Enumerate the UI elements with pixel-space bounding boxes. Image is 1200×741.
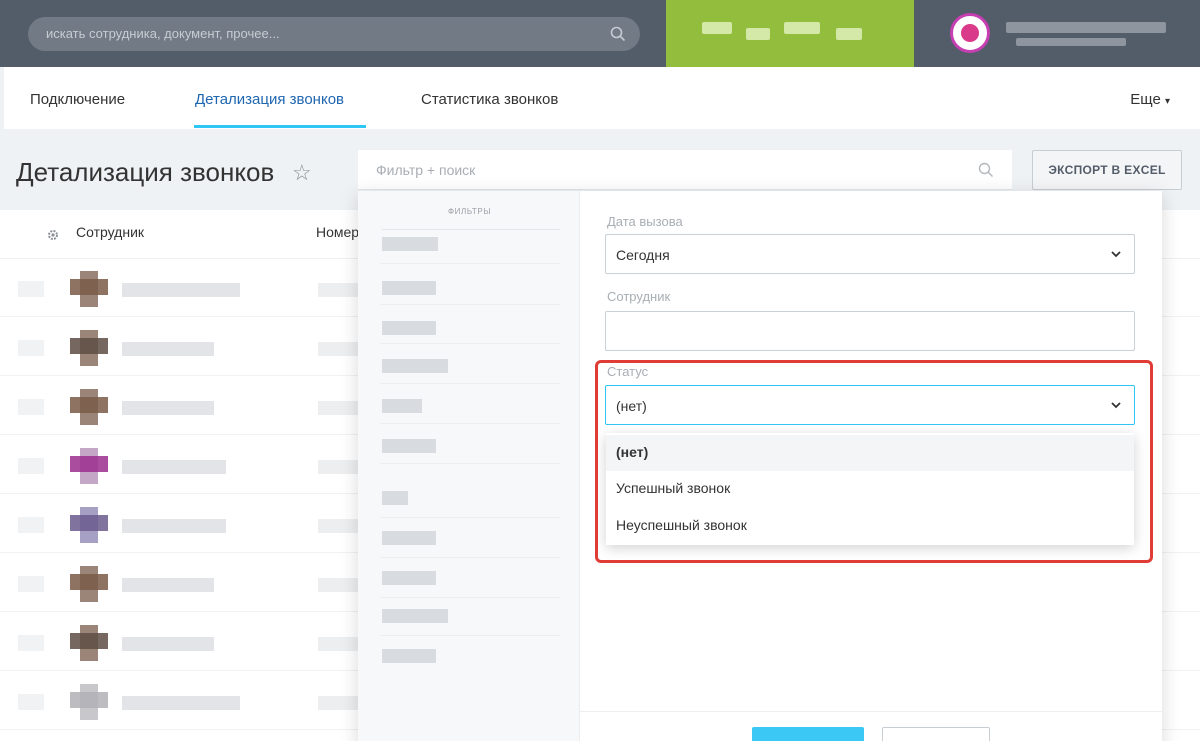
export-excel-button[interactable]: ЭКСПОРТ В EXCEL bbox=[1032, 150, 1182, 190]
call-date-value: Сегодня bbox=[616, 247, 670, 263]
tab-call-details[interactable]: Детализация звонков bbox=[195, 91, 344, 108]
star-icon[interactable]: ☆ bbox=[292, 160, 312, 186]
active-tab-indicator bbox=[194, 125, 366, 128]
apply-button[interactable] bbox=[752, 727, 864, 741]
gear-icon[interactable] bbox=[46, 228, 60, 242]
blurred-widget[interactable] bbox=[666, 0, 914, 67]
more-label: Еще bbox=[1130, 91, 1161, 108]
user-avatar[interactable] bbox=[950, 13, 990, 53]
filter-placeholder: Фильтр + поиск bbox=[376, 162, 476, 178]
filter-search-input[interactable]: Фильтр + поиск bbox=[358, 150, 1012, 190]
saved-filter-item[interactable] bbox=[382, 321, 436, 335]
tab-bar: Подключение Детализация звонков Статисти… bbox=[4, 67, 1200, 129]
search-placeholder: искать сотрудника, документ, прочее... bbox=[46, 26, 280, 41]
saved-filter-item[interactable] bbox=[382, 399, 422, 413]
saved-filter-item[interactable] bbox=[382, 281, 436, 295]
search-icon bbox=[610, 26, 626, 42]
saved-filter-item[interactable] bbox=[382, 439, 436, 453]
tab-call-statistics[interactable]: Статистика звонков bbox=[421, 91, 558, 108]
saved-filter-item[interactable] bbox=[382, 571, 436, 585]
user-name-blurred[interactable] bbox=[1006, 22, 1166, 33]
employee-field[interactable] bbox=[605, 311, 1135, 351]
saved-filter-item[interactable] bbox=[382, 359, 448, 373]
chevron-down-icon bbox=[1111, 251, 1121, 258]
more-menu[interactable]: Еще ▾ bbox=[1130, 91, 1170, 108]
chevron-down-icon: ▾ bbox=[1164, 96, 1170, 107]
call-date-label: Дата вызова bbox=[607, 214, 683, 229]
search-icon[interactable] bbox=[978, 162, 994, 178]
page-title: Детализация звонков bbox=[16, 157, 275, 187]
global-search-input[interactable]: искать сотрудника, документ, прочее... bbox=[28, 17, 640, 51]
call-date-select[interactable]: Сегодня bbox=[605, 234, 1135, 274]
employee-label: Сотрудник bbox=[607, 289, 671, 304]
column-header-number[interactable]: Номер bbox=[316, 224, 359, 240]
saved-filters-panel: ФИЛЬТРЫ bbox=[358, 191, 580, 741]
filters-heading: ФИЛЬТРЫ bbox=[448, 207, 492, 216]
saved-filter-item[interactable] bbox=[382, 491, 408, 505]
highlight-frame bbox=[595, 360, 1153, 563]
saved-filter-item[interactable] bbox=[382, 531, 436, 545]
saved-filter-item[interactable] bbox=[382, 649, 436, 663]
saved-filter-item[interactable] bbox=[382, 609, 448, 623]
top-header: искать сотрудника, документ, прочее... bbox=[0, 0, 1200, 67]
saved-filter-item[interactable] bbox=[382, 237, 438, 251]
reset-button[interactable] bbox=[882, 727, 990, 741]
tab-connection[interactable]: Подключение bbox=[30, 91, 125, 108]
column-header-employee[interactable]: Сотрудник bbox=[76, 224, 144, 240]
